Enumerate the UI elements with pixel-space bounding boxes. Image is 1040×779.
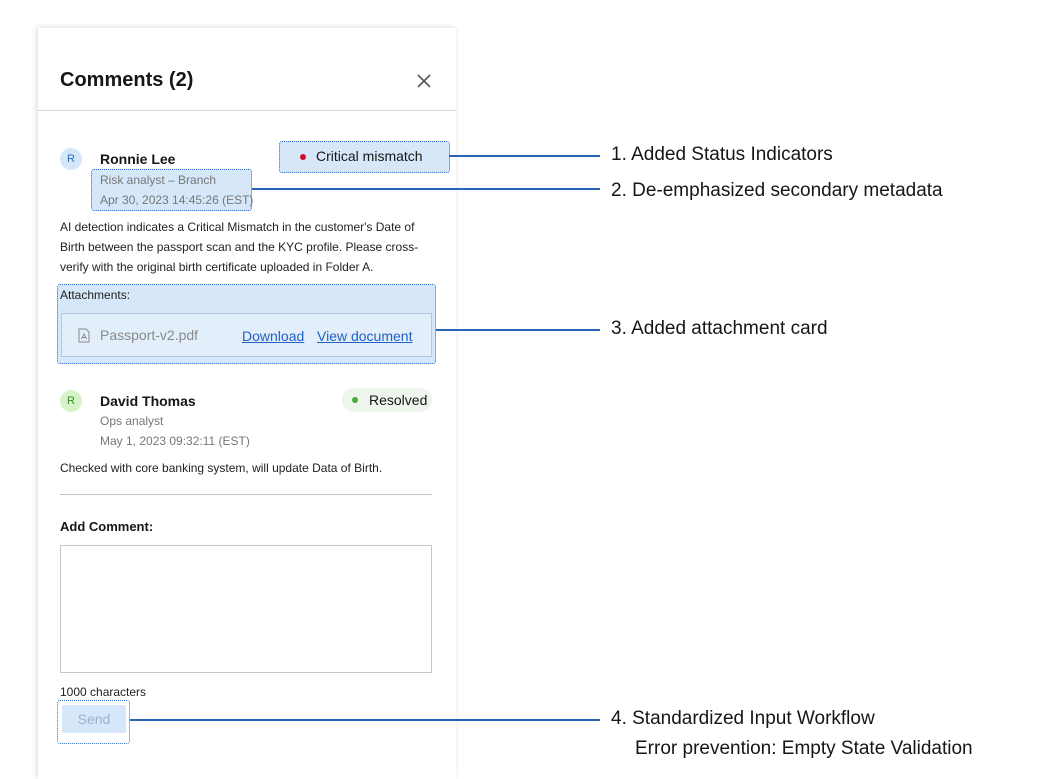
status-dot-icon [352, 397, 358, 403]
callout-line [436, 329, 600, 331]
status-dot-icon [300, 154, 306, 160]
panel-header: Comments (2) [38, 28, 456, 111]
status-label: Resolved [369, 392, 428, 408]
status-badge: Critical mismatch [279, 141, 450, 173]
send-button[interactable]: Send [62, 705, 126, 733]
comment-author: Ronnie Lee [100, 151, 176, 167]
comment-textarea[interactable] [60, 545, 432, 673]
panel-title: Comments (2) [60, 69, 194, 91]
comment-timestamp: May 1, 2023 09:32:11 (EST) [100, 434, 250, 448]
callout-line [252, 188, 600, 190]
attachment-filename: Passport-v2.pdf [100, 327, 199, 343]
callout-line [130, 719, 600, 721]
add-comment-label: Add Comment: [60, 519, 154, 534]
annotation-input-workflow: 4. Standardized Input Workflow [611, 708, 875, 729]
comment-author: David Thomas [100, 393, 196, 409]
secondary-metadata: Risk analyst – Branch Apr 30, 2023 14:45… [91, 169, 254, 211]
comment-role: Risk analyst – Branch [100, 173, 217, 187]
close-icon[interactable] [414, 71, 434, 91]
comment-role: Ops analyst [100, 414, 164, 428]
view-document-link[interactable]: View document [317, 328, 412, 344]
download-link[interactable]: Download [242, 328, 304, 344]
status-badge: Resolved [342, 388, 432, 412]
callout-line [449, 155, 600, 157]
annotation-attachment-card: 3. Added attachment card [611, 318, 828, 339]
avatar: R [60, 390, 82, 412]
avatar: R [60, 148, 82, 170]
annotation-metadata: 2. De-emphasized secondary metadata [611, 180, 943, 201]
pdf-file-icon [78, 328, 90, 343]
divider [60, 494, 432, 495]
annotation-status-indicators: 1. Added Status Indicators [611, 144, 833, 165]
comment-body: AI detection indicates a Critical Mismat… [60, 220, 419, 274]
comment-timestamp: Apr 30, 2023 14:45:26 (EST) [100, 193, 254, 207]
attachment-item: Passport-v2.pdf Download View document [61, 313, 432, 357]
status-label: Critical mismatch [316, 148, 423, 164]
annotation-error-prevention: Error prevention: Empty State Validation [635, 738, 973, 759]
attachments-label: Attachments: [60, 288, 131, 302]
comment-body: Checked with core banking system, will u… [60, 461, 383, 475]
comments-panel: Comments (2) R Ronnie Lee Critical misma… [38, 28, 456, 779]
char-limit-text: 1000 characters [60, 685, 147, 699]
